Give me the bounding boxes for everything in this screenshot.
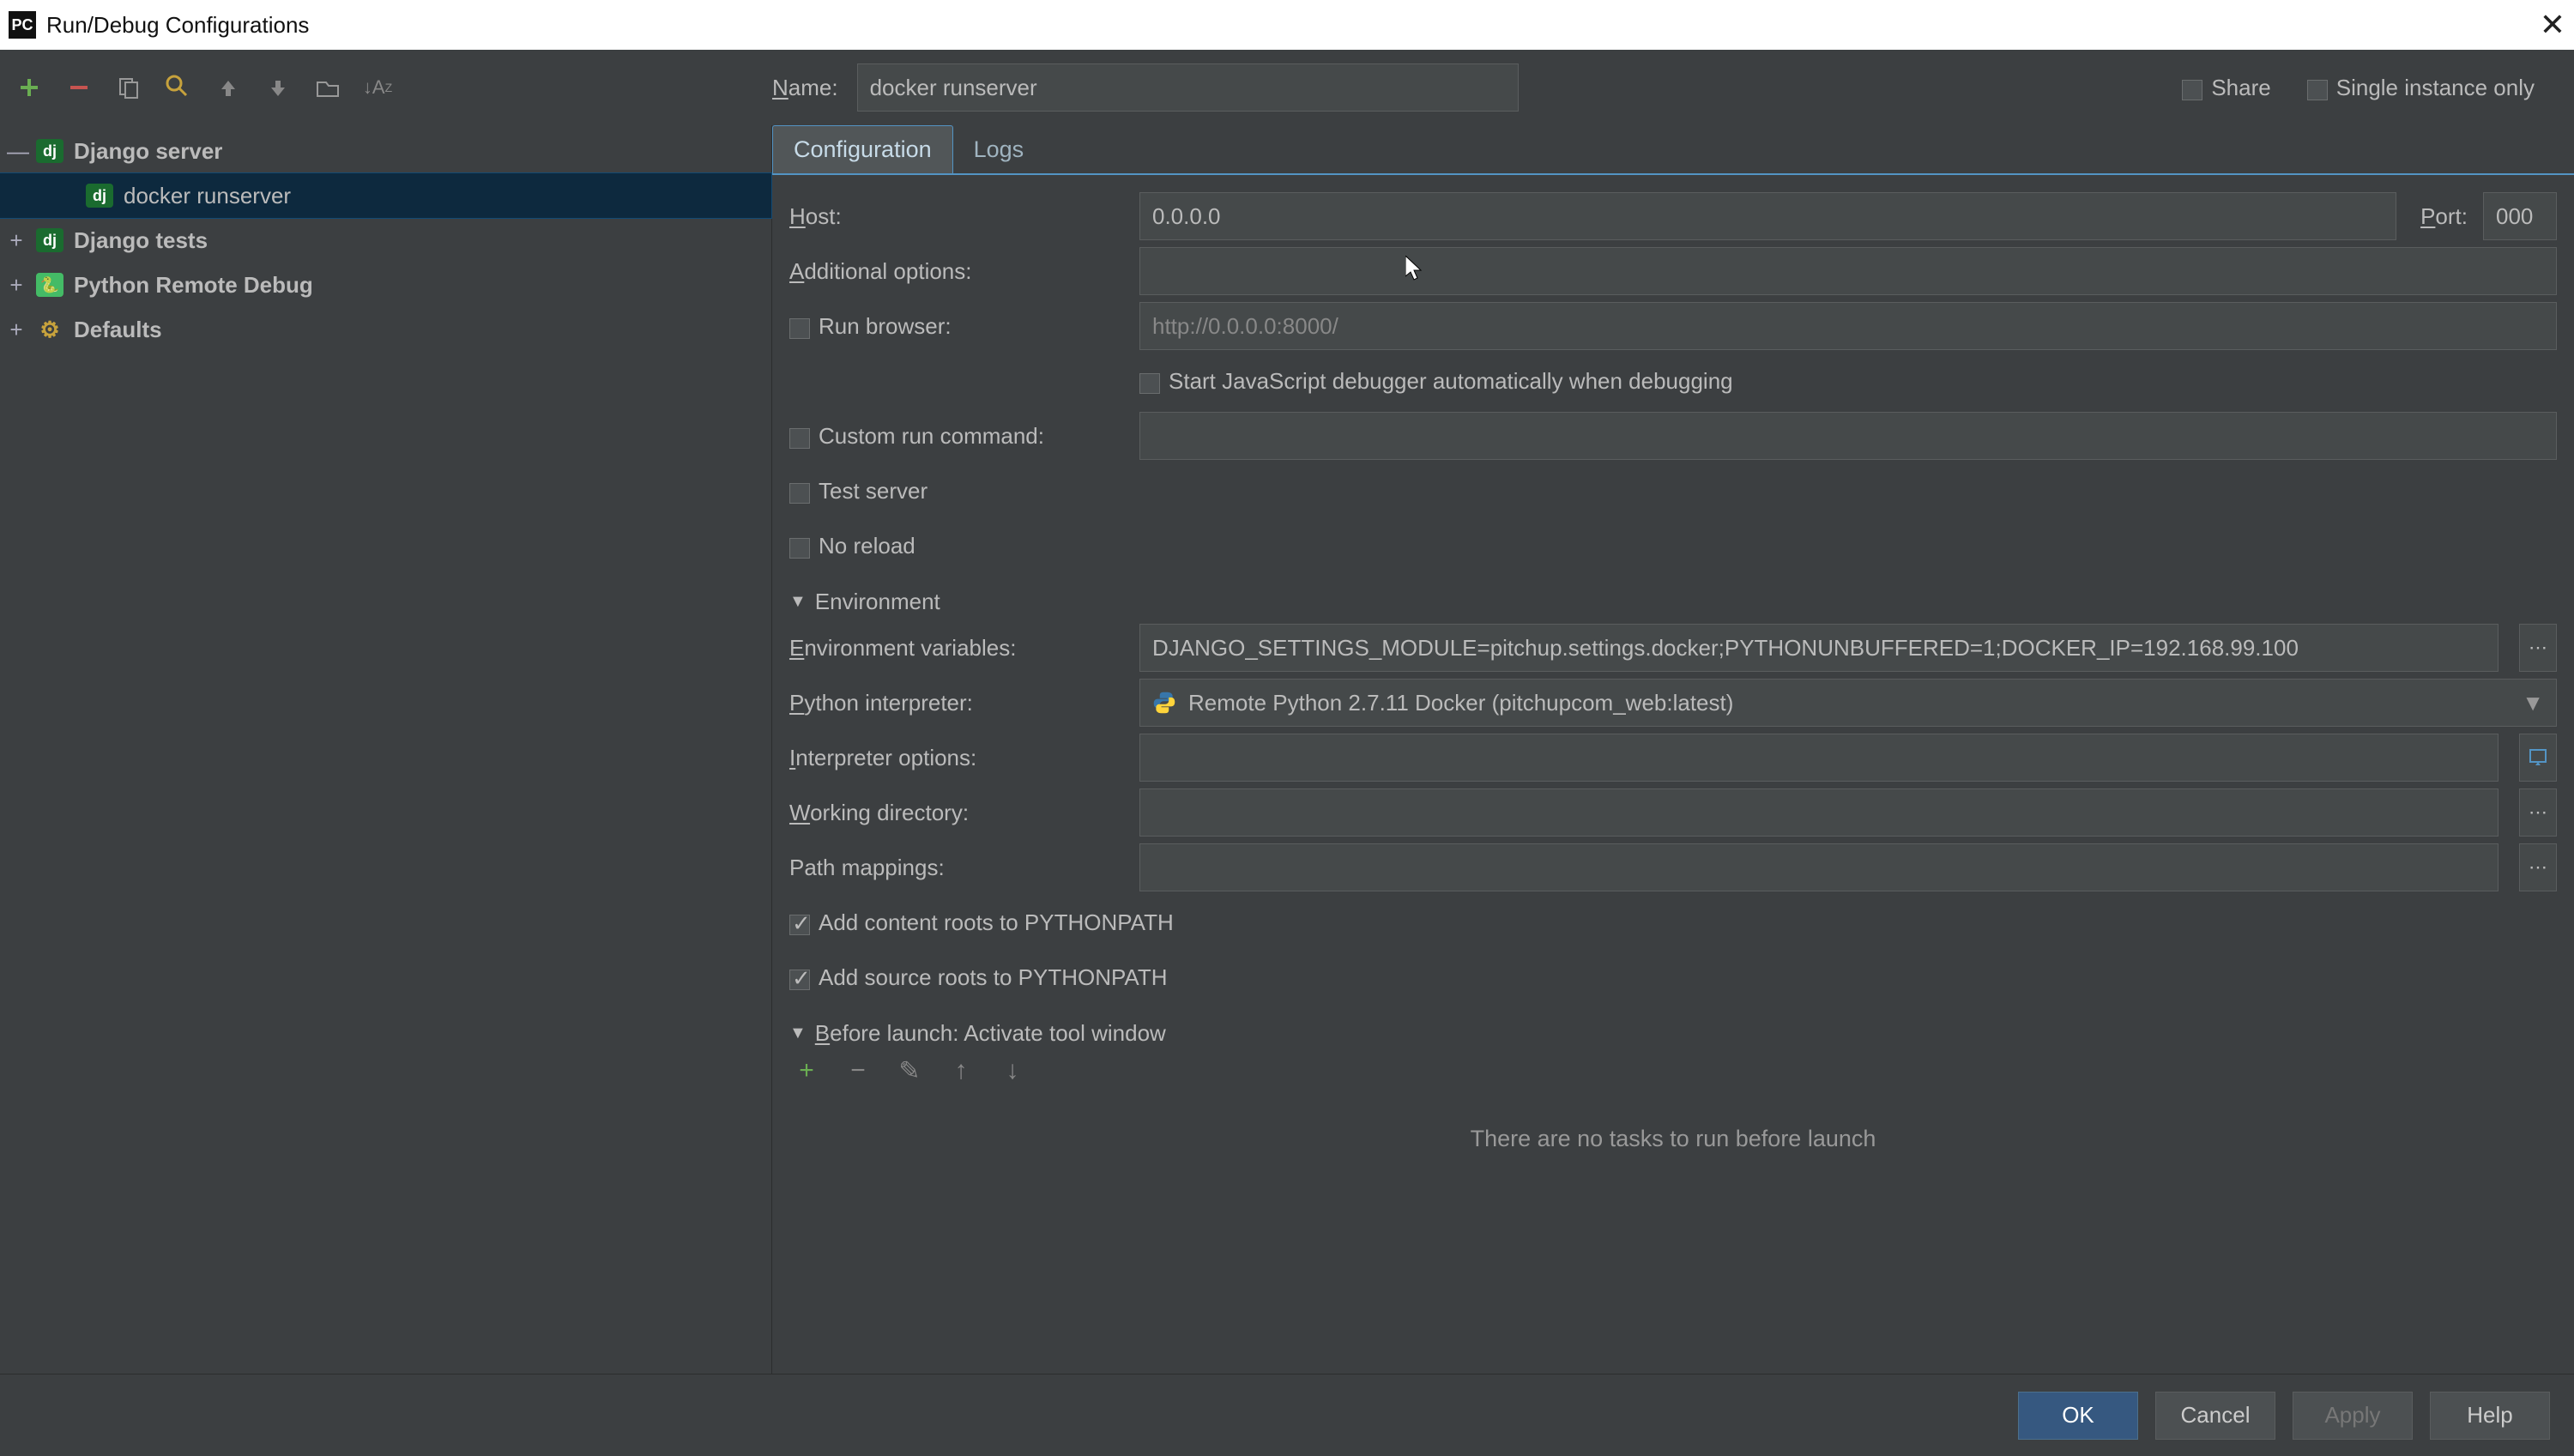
move-down-icon[interactable] xyxy=(264,74,292,101)
add-source-roots-checkbox[interactable]: Add source roots to PYTHONPATH xyxy=(789,964,1168,991)
expand-field-button[interactable] xyxy=(2519,734,2557,782)
custom-run-command-checkbox[interactable]: Custom run command: xyxy=(789,423,1124,450)
edit-task-icon[interactable]: ✎ xyxy=(896,1057,923,1084)
custom-run-command-input[interactable] xyxy=(1139,412,2557,460)
env-vars-browse-button[interactable]: ⋯ xyxy=(2519,624,2557,672)
share-checkbox[interactable]: Share xyxy=(2182,75,2293,101)
python-icon xyxy=(1152,691,1176,715)
django-icon: dj xyxy=(86,184,113,208)
collapse-icon[interactable]: — xyxy=(7,138,26,165)
tree-item-docker-runserver[interactable]: dj docker runserver xyxy=(0,173,771,218)
tree-item-defaults[interactable]: + ⚙ Defaults xyxy=(0,307,771,352)
sort-az-icon[interactable]: ↓AZ xyxy=(364,74,391,101)
run-browser-input[interactable] xyxy=(1139,302,2557,350)
python-remote-icon: 🐍 xyxy=(36,273,63,297)
config-tree: — dj Django server dj docker runserver +… xyxy=(0,125,772,1374)
tab-logs[interactable]: Logs xyxy=(953,126,1045,173)
expand-icon[interactable]: + xyxy=(7,227,26,254)
no-reload-checkbox[interactable]: No reload xyxy=(789,533,915,559)
apply-button[interactable]: Apply xyxy=(2293,1392,2413,1440)
host-label: Host: xyxy=(789,203,1124,230)
config-panel: Configuration Logs Host: Port: Additiona… xyxy=(772,125,2574,1374)
folder-icon[interactable] xyxy=(314,74,341,101)
cancel-button[interactable]: Cancel xyxy=(2155,1392,2275,1440)
path-mappings-input[interactable] xyxy=(1139,843,2498,891)
move-up-icon[interactable] xyxy=(214,74,242,101)
working-directory-input[interactable] xyxy=(1139,788,2498,837)
interpreter-options-input[interactable] xyxy=(1139,734,2498,782)
django-icon: dj xyxy=(36,228,63,252)
remove-config-icon[interactable] xyxy=(65,74,93,101)
environment-section-header[interactable]: ▼ Environment xyxy=(789,589,2557,615)
help-button[interactable]: Help xyxy=(2430,1392,2550,1440)
port-input[interactable] xyxy=(2483,192,2557,240)
dialog-footer: OK Cancel Apply Help xyxy=(0,1374,2574,1456)
django-icon: dj xyxy=(36,139,63,163)
before-launch-toolbar: + − ✎ ↑ ↓ xyxy=(789,1057,2557,1084)
edit-defaults-icon[interactable] xyxy=(165,74,192,101)
path-mappings-browse-button[interactable]: ⋯ xyxy=(2519,843,2557,891)
move-task-down-icon[interactable]: ↓ xyxy=(999,1057,1026,1084)
name-label: Name: xyxy=(772,75,838,101)
top-row: ↓AZ Name: Share Single instance only xyxy=(0,50,2574,125)
additional-options-input[interactable] xyxy=(1139,247,2557,295)
host-input[interactable] xyxy=(1139,192,2396,240)
gear-icon: ⚙ xyxy=(36,317,63,341)
path-mappings-label: Path mappings: xyxy=(789,855,1124,881)
interpreter-options-label: Interpreter options: xyxy=(789,745,1124,771)
tree-item-django-server[interactable]: — dj Django server xyxy=(0,129,771,173)
env-vars-label: Environment variables: xyxy=(789,635,1124,662)
collapse-triangle-icon: ▼ xyxy=(789,1024,807,1043)
collapse-triangle-icon: ▼ xyxy=(789,592,807,612)
add-task-icon[interactable]: + xyxy=(793,1057,820,1084)
start-js-debugger-checkbox[interactable]: Start JavaScript debugger automatically … xyxy=(1139,368,1733,395)
tab-configuration[interactable]: Configuration xyxy=(772,125,953,173)
tabs: Configuration Logs xyxy=(772,125,2574,175)
before-launch-header[interactable]: ▼ Before launch: Activate tool window xyxy=(789,1020,2557,1047)
python-interpreter-label: Python interpreter: xyxy=(789,690,1124,716)
main-area: — dj Django server dj docker runserver +… xyxy=(0,125,2574,1374)
name-input[interactable] xyxy=(857,63,1519,112)
tree-item-python-remote-debug[interactable]: + 🐍 Python Remote Debug xyxy=(0,263,771,307)
env-vars-input[interactable] xyxy=(1139,624,2498,672)
copy-config-icon[interactable] xyxy=(115,74,142,101)
working-directory-browse-button[interactable]: ⋯ xyxy=(2519,788,2557,837)
close-icon[interactable]: ✕ xyxy=(2540,7,2565,43)
add-content-roots-checkbox[interactable]: Add content roots to PYTHONPATH xyxy=(789,909,1174,936)
single-instance-checkbox[interactable]: Single instance only xyxy=(2307,75,2557,101)
chevron-down-icon: ▼ xyxy=(2522,690,2544,716)
tree-item-django-tests[interactable]: + dj Django tests xyxy=(0,218,771,263)
window-title: Run/Debug Configurations xyxy=(46,12,309,39)
python-interpreter-select[interactable]: Remote Python 2.7.11 Docker (pitchupcom_… xyxy=(1139,679,2557,727)
ok-button[interactable]: OK xyxy=(2018,1392,2138,1440)
remove-task-icon[interactable]: − xyxy=(844,1057,872,1084)
additional-options-label: Additional options: xyxy=(789,258,1124,285)
no-tasks-label: There are no tasks to run before launch xyxy=(789,1126,2557,1152)
expand-icon[interactable]: + xyxy=(7,272,26,299)
working-directory-label: Working directory: xyxy=(789,800,1124,826)
tree-toolbar: ↓AZ xyxy=(0,50,772,125)
expand-icon[interactable]: + xyxy=(7,317,26,343)
test-server-checkbox[interactable]: Test server xyxy=(789,478,927,504)
app-icon: PC xyxy=(9,11,36,39)
add-config-icon[interactable] xyxy=(15,74,43,101)
run-browser-checkbox[interactable]: Run browser: xyxy=(789,313,1124,340)
move-task-up-icon[interactable]: ↑ xyxy=(947,1057,975,1084)
name-row: Name: Share Single instance only xyxy=(772,50,2574,125)
port-label: Port: xyxy=(2420,203,2468,230)
titlebar: PC Run/Debug Configurations ✕ xyxy=(0,0,2574,50)
